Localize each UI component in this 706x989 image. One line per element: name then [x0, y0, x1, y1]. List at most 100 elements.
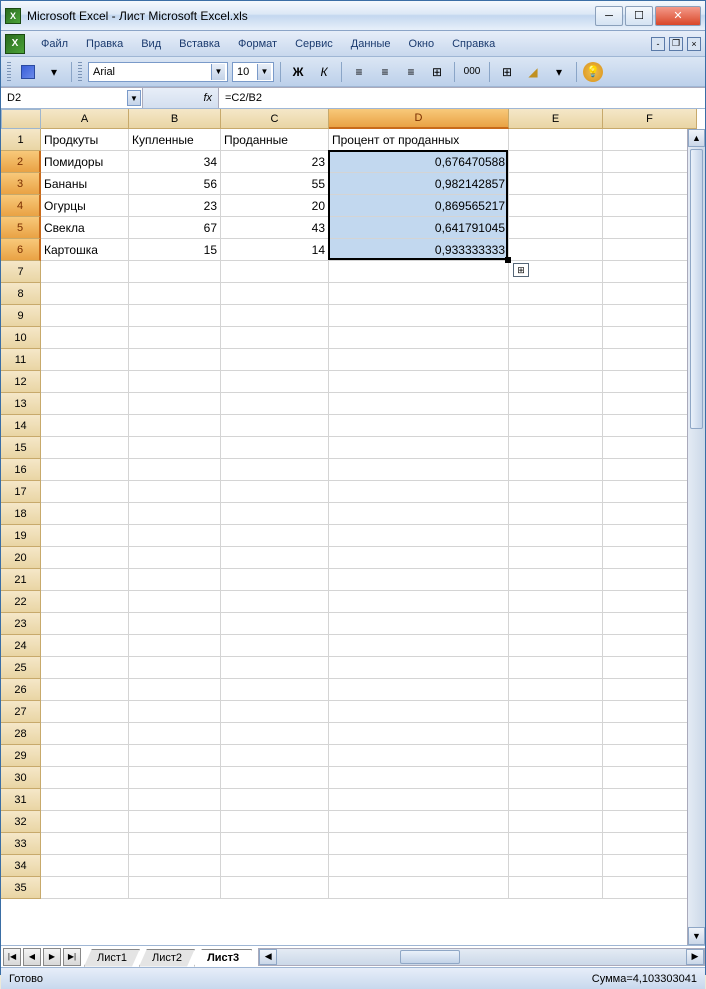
cell-A34[interactable] [41, 855, 129, 877]
cell-E23[interactable] [509, 613, 603, 635]
menu-format[interactable]: Формат [230, 35, 285, 53]
align-right-button[interactable]: ≡ [400, 61, 422, 83]
scroll-thumb[interactable] [690, 149, 703, 429]
cell-F16[interactable] [603, 459, 697, 481]
cell-D28[interactable] [329, 723, 509, 745]
cell-F8[interactable] [603, 283, 697, 305]
mdi-restore-button[interactable]: ❐ [669, 37, 683, 51]
row-header-26[interactable]: 26 [1, 679, 41, 701]
cell-C21[interactable] [221, 569, 329, 591]
cell-C22[interactable] [221, 591, 329, 613]
cell-A8[interactable] [41, 283, 129, 305]
cell-E21[interactable] [509, 569, 603, 591]
cell-F21[interactable] [603, 569, 697, 591]
cell-E35[interactable] [509, 877, 603, 899]
sheet-tab-Лист1[interactable]: Лист1 [84, 949, 140, 967]
cell-B35[interactable] [129, 877, 221, 899]
cell-C7[interactable] [221, 261, 329, 283]
cell-A19[interactable] [41, 525, 129, 547]
app-icon[interactable]: X [5, 34, 25, 54]
column-header-E[interactable]: E [509, 109, 603, 129]
row-header-12[interactable]: 12 [1, 371, 41, 393]
cell-C9[interactable] [221, 305, 329, 327]
cell-D18[interactable] [329, 503, 509, 525]
cell-E20[interactable] [509, 547, 603, 569]
cell-F14[interactable] [603, 415, 697, 437]
cell-C27[interactable] [221, 701, 329, 723]
cell-E15[interactable] [509, 437, 603, 459]
cell-F26[interactable] [603, 679, 697, 701]
cell-E18[interactable] [509, 503, 603, 525]
cell-E2[interactable] [509, 151, 603, 173]
cell-B18[interactable] [129, 503, 221, 525]
cell-A31[interactable] [41, 789, 129, 811]
cell-D2[interactable]: 0,676470588 [329, 151, 509, 173]
cell-C15[interactable] [221, 437, 329, 459]
cell-C10[interactable] [221, 327, 329, 349]
cell-C1[interactable]: Проданные [221, 129, 329, 151]
cell-B20[interactable] [129, 547, 221, 569]
cell-D12[interactable] [329, 371, 509, 393]
cell-D23[interactable] [329, 613, 509, 635]
cell-C4[interactable]: 20 [221, 195, 329, 217]
scroll-down-button[interactable]: ▼ [688, 927, 705, 945]
cell-A4[interactable]: Огурцы [41, 195, 129, 217]
column-header-D[interactable]: D [329, 109, 509, 129]
cell-D10[interactable] [329, 327, 509, 349]
hscroll-thumb[interactable] [400, 950, 460, 964]
cell-D30[interactable] [329, 767, 509, 789]
cell-D8[interactable] [329, 283, 509, 305]
cell-E4[interactable] [509, 195, 603, 217]
cell-A18[interactable] [41, 503, 129, 525]
cell-F35[interactable] [603, 877, 697, 899]
cell-F32[interactable] [603, 811, 697, 833]
row-header-9[interactable]: 9 [1, 305, 41, 327]
cell-F12[interactable] [603, 371, 697, 393]
cell-C26[interactable] [221, 679, 329, 701]
cell-B1[interactable]: Купленные [129, 129, 221, 151]
cell-B34[interactable] [129, 855, 221, 877]
cell-C17[interactable] [221, 481, 329, 503]
cell-D29[interactable] [329, 745, 509, 767]
cell-E5[interactable] [509, 217, 603, 239]
cell-F22[interactable] [603, 591, 697, 613]
cell-B9[interactable] [129, 305, 221, 327]
cell-E10[interactable] [509, 327, 603, 349]
cell-C28[interactable] [221, 723, 329, 745]
cell-C2[interactable]: 23 [221, 151, 329, 173]
fx-button[interactable]: fx [143, 88, 219, 108]
cell-B21[interactable] [129, 569, 221, 591]
row-header-10[interactable]: 10 [1, 327, 41, 349]
column-header-A[interactable]: A [41, 109, 129, 129]
cell-A1[interactable]: Продкуты [41, 129, 129, 151]
row-header-16[interactable]: 16 [1, 459, 41, 481]
cell-B32[interactable] [129, 811, 221, 833]
row-header-27[interactable]: 27 [1, 701, 41, 723]
menu-data[interactable]: Данные [343, 35, 399, 53]
cell-C34[interactable] [221, 855, 329, 877]
cell-C12[interactable] [221, 371, 329, 393]
cell-C11[interactable] [221, 349, 329, 371]
cell-F25[interactable] [603, 657, 697, 679]
cell-D20[interactable] [329, 547, 509, 569]
cell-F7[interactable] [603, 261, 697, 283]
fill-handle[interactable] [505, 257, 511, 263]
cell-B12[interactable] [129, 371, 221, 393]
row-header-18[interactable]: 18 [1, 503, 41, 525]
cell-F28[interactable] [603, 723, 697, 745]
mdi-minimize-button[interactable]: - [651, 37, 665, 51]
cell-E34[interactable] [509, 855, 603, 877]
column-header-C[interactable]: C [221, 109, 329, 129]
cell-A35[interactable] [41, 877, 129, 899]
row-header-6[interactable]: 6 [1, 239, 41, 261]
font-name-select[interactable]: Arial ▼ [88, 62, 228, 82]
cell-B8[interactable] [129, 283, 221, 305]
maximize-button[interactable]: ☐ [625, 6, 653, 26]
align-left-button[interactable]: ≡ [348, 61, 370, 83]
sheet-tab-Лист2[interactable]: Лист2 [139, 949, 195, 967]
cell-F24[interactable] [603, 635, 697, 657]
cell-C8[interactable] [221, 283, 329, 305]
menu-help[interactable]: Справка [444, 35, 503, 53]
cell-E30[interactable] [509, 767, 603, 789]
toolbar-handle-2[interactable] [78, 62, 82, 82]
